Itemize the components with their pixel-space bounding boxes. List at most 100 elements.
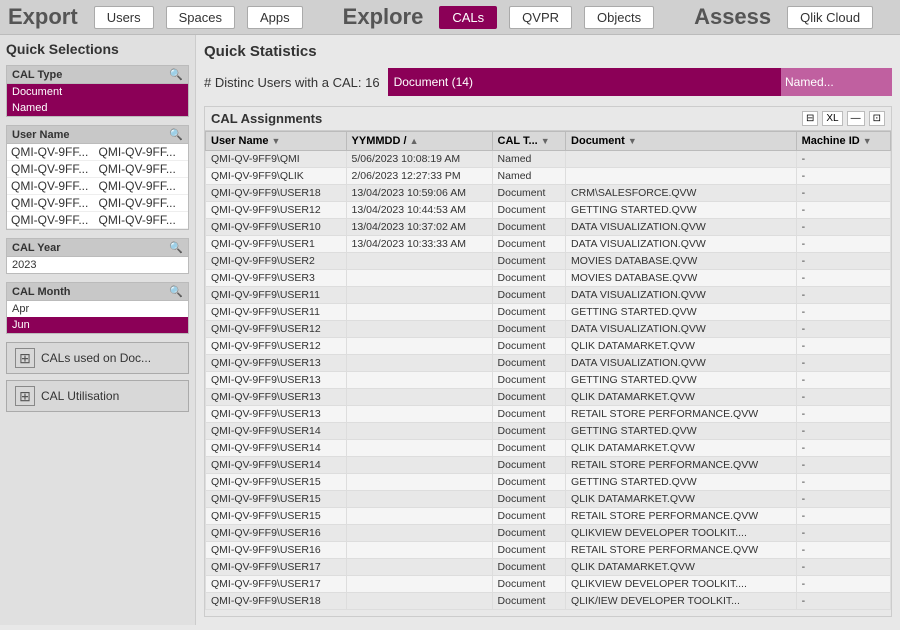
table-cell-4-2: Document <box>492 219 565 236</box>
table-ctrl-grid-icon[interactable]: ⊟ <box>802 111 818 126</box>
table-row[interactable]: QMI-QV-9FF9\USER2DocumentMOVIES DATABASE… <box>206 253 891 270</box>
nav-objects-button[interactable]: Objects <box>584 6 654 29</box>
user-row-4[interactable]: QMI-QV-9FF... QMI-QV-9FF... <box>7 195 188 212</box>
cal-type-filter: CAL Type 🔍 Document Named <box>6 65 189 117</box>
table-row[interactable]: QMI-QV-9FF9\USER15DocumentQLIK DATAMARKE… <box>206 491 891 508</box>
table-row[interactable]: QMI-QV-9FF9\USER15DocumentGETTING STARTE… <box>206 474 891 491</box>
table-row[interactable]: QMI-QV-9FF9\USER11DocumentDATA VISUALIZA… <box>206 287 891 304</box>
table-cell-13-3: GETTING STARTED.QVW <box>566 372 797 389</box>
table-row[interactable]: QMI-QV-9FF9\QMI5/06/2023 10:08:19 AMName… <box>206 151 891 168</box>
cal-utilisation-button[interactable]: ⊞ CAL Utilisation <box>6 380 189 412</box>
table-row[interactable]: QMI-QV-9FF9\USER13DocumentQLIK DATAMARKE… <box>206 389 891 406</box>
table-row[interactable]: QMI-QV-9FF9\USER11DocumentGETTING STARTE… <box>206 304 891 321</box>
table-row[interactable]: QMI-QV-9FF9\USER14DocumentQLIK DATAMARKE… <box>206 440 891 457</box>
table-cell-17-0: QMI-QV-9FF9\USER14 <box>206 440 347 457</box>
table-cell-19-2: Document <box>492 474 565 491</box>
table-cell-18-2: Document <box>492 457 565 474</box>
table-row[interactable]: QMI-QV-9FF9\USER14DocumentRETAIL STORE P… <box>206 457 891 474</box>
table-cell-8-3: DATA VISUALIZATION.QVW <box>566 287 797 304</box>
nav-qlik-cloud-button[interactable]: Qlik Cloud <box>787 6 873 29</box>
table-row[interactable]: QMI-QV-9FF9\USER3DocumentMOVIES DATABASE… <box>206 270 891 287</box>
stats-bar-document: Document (14) <box>388 68 781 96</box>
table-cell-16-2: Document <box>492 423 565 440</box>
user-cell-1b: QMI-QV-9FF... <box>99 145 185 159</box>
table-row[interactable]: QMI-QV-9FF9\USER14DocumentGETTING STARTE… <box>206 423 891 440</box>
stats-bar-container: # Distinc Users with a CAL: 16 Document … <box>204 68 892 96</box>
content-area: Quick Statistics # Distinc Users with a … <box>196 35 900 625</box>
table-row[interactable]: QMI-QV-9FF9\USER16DocumentQLIKVIEW DEVEL… <box>206 525 891 542</box>
table-row[interactable]: QMI-QV-9FF9\USER17DocumentQLIK DATAMARKE… <box>206 559 891 576</box>
table-row[interactable]: QMI-QV-9FF9\QLIK2/06/2023 12:27:33 PMNam… <box>206 168 891 185</box>
table-ctrl-expand-button[interactable]: ⊡ <box>869 111 885 126</box>
table-row[interactable]: QMI-QV-9FF9\USER1813/04/2023 10:59:06 AM… <box>206 185 891 202</box>
cal-type-document[interactable]: Document <box>7 84 188 100</box>
table-row[interactable]: QMI-QV-9FF9\USER113/04/2023 10:33:33 AMD… <box>206 236 891 253</box>
table-cell-1-3 <box>566 168 797 185</box>
table-cell-25-0: QMI-QV-9FF9\USER17 <box>206 576 347 593</box>
table-cell-2-0: QMI-QV-9FF9\USER18 <box>206 185 347 202</box>
table-ctrl-xl-button[interactable]: XL <box>822 111 842 126</box>
col-cal-type[interactable]: CAL T... ▼ <box>492 132 565 151</box>
user-name-search-icon[interactable]: 🔍 <box>169 128 183 141</box>
cal-year-search-icon[interactable]: 🔍 <box>169 241 183 254</box>
user-row-5[interactable]: QMI-QV-9FF... QMI-QV-9FF... <box>7 212 188 229</box>
table-cell-25-4: - <box>796 576 890 593</box>
table-row[interactable]: QMI-QV-9FF9\USER13DocumentGETTING STARTE… <box>206 372 891 389</box>
table-row[interactable]: QMI-QV-9FF9\USER1013/04/2023 10:37:02 AM… <box>206 219 891 236</box>
cal-month-label: CAL Month <box>12 286 70 298</box>
col-user-name[interactable]: User Name ▼ <box>206 132 347 151</box>
table-cell-4-1: 13/04/2023 10:37:02 AM <box>346 219 492 236</box>
table-row[interactable]: QMI-QV-9FF9\USER15DocumentRETAIL STORE P… <box>206 508 891 525</box>
table-cell-20-3: QLIK DATAMARKET.QVW <box>566 491 797 508</box>
table-row[interactable]: QMI-QV-9FF9\USER18DocumentQLIK/IEW DEVEL… <box>206 593 891 610</box>
table-cell-19-4: - <box>796 474 890 491</box>
table-row[interactable]: QMI-QV-9FF9\USER13DocumentRETAIL STORE P… <box>206 406 891 423</box>
nav-qvpr-button[interactable]: QVPR <box>509 6 572 29</box>
table-row[interactable]: QMI-QV-9FF9\USER13DocumentDATA VISUALIZA… <box>206 355 891 372</box>
assignments-table-wrap[interactable]: User Name ▼ YYMMDD / ▲ CAL T... ▼ Docume… <box>204 130 892 617</box>
table-row[interactable]: QMI-QV-9FF9\USER17DocumentQLIKVIEW DEVEL… <box>206 576 891 593</box>
cal-type-filter-header: CAL Type 🔍 <box>7 66 188 84</box>
col-yymmdd[interactable]: YYMMDD / ▲ <box>346 132 492 151</box>
table-cell-10-3: DATA VISUALIZATION.QVW <box>566 321 797 338</box>
cal-assignments-title: CAL Assignments <box>211 111 322 126</box>
table-cell-13-4: - <box>796 372 890 389</box>
user-row-1[interactable]: QMI-QV-9FF... QMI-QV-9FF... <box>7 144 188 161</box>
table-cell-2-1: 13/04/2023 10:59:06 AM <box>346 185 492 202</box>
cal-month-apr[interactable]: Apr <box>7 301 188 317</box>
table-controls: ⊟ XL — ⊡ <box>802 111 885 126</box>
table-ctrl-minimize-button[interactable]: — <box>847 111 865 126</box>
cals-used-on-doc-button[interactable]: ⊞ CALs used on Doc... <box>6 342 189 374</box>
cal-month-search-icon[interactable]: 🔍 <box>169 285 183 298</box>
table-cell-20-1 <box>346 491 492 508</box>
table-cell-25-1 <box>346 576 492 593</box>
user-name-label: User Name <box>12 129 69 141</box>
table-cell-1-4: - <box>796 168 890 185</box>
table-row[interactable]: QMI-QV-9FF9\USER12DocumentDATA VISUALIZA… <box>206 321 891 338</box>
user-row-3[interactable]: QMI-QV-9FF... QMI-QV-9FF... <box>7 178 188 195</box>
cal-type-named[interactable]: Named <box>7 100 188 116</box>
table-cell-13-2: Document <box>492 372 565 389</box>
stats-metric-label: # Distinc Users with a CAL: 16 <box>204 75 380 90</box>
user-name-filter: User Name 🔍 QMI-QV-9FF... QMI-QV-9FF... … <box>6 125 189 230</box>
quick-statistics-title: Quick Statistics <box>204 43 892 60</box>
cal-year-2023[interactable]: 2023 <box>7 257 188 273</box>
nav-cals-button[interactable]: CALs <box>439 6 497 29</box>
nav-spaces-button[interactable]: Spaces <box>166 6 235 29</box>
table-cell-24-3: QLIK DATAMARKET.QVW <box>566 559 797 576</box>
cal-month-jun[interactable]: Jun <box>7 317 188 333</box>
col-document[interactable]: Document ▼ <box>566 132 797 151</box>
main-layout: Quick Selections CAL Type 🔍 Document Nam… <box>0 35 900 625</box>
table-row[interactable]: QMI-QV-9FF9\USER16DocumentRETAIL STORE P… <box>206 542 891 559</box>
nav-users-button[interactable]: Users <box>94 6 154 29</box>
table-cell-5-2: Document <box>492 236 565 253</box>
col-machine-id[interactable]: Machine ID ▼ <box>796 132 890 151</box>
table-cell-7-2: Document <box>492 270 565 287</box>
table-cell-26-4: - <box>796 593 890 610</box>
cal-type-search-icon[interactable]: 🔍 <box>169 68 183 81</box>
table-row[interactable]: QMI-QV-9FF9\USER1213/04/2023 10:44:53 AM… <box>206 202 891 219</box>
table-row[interactable]: QMI-QV-9FF9\USER12DocumentQLIK DATAMARKE… <box>206 338 891 355</box>
user-cell-2a: QMI-QV-9FF... <box>11 162 97 176</box>
user-row-2[interactable]: QMI-QV-9FF... QMI-QV-9FF... <box>7 161 188 178</box>
nav-apps-button[interactable]: Apps <box>247 6 303 29</box>
